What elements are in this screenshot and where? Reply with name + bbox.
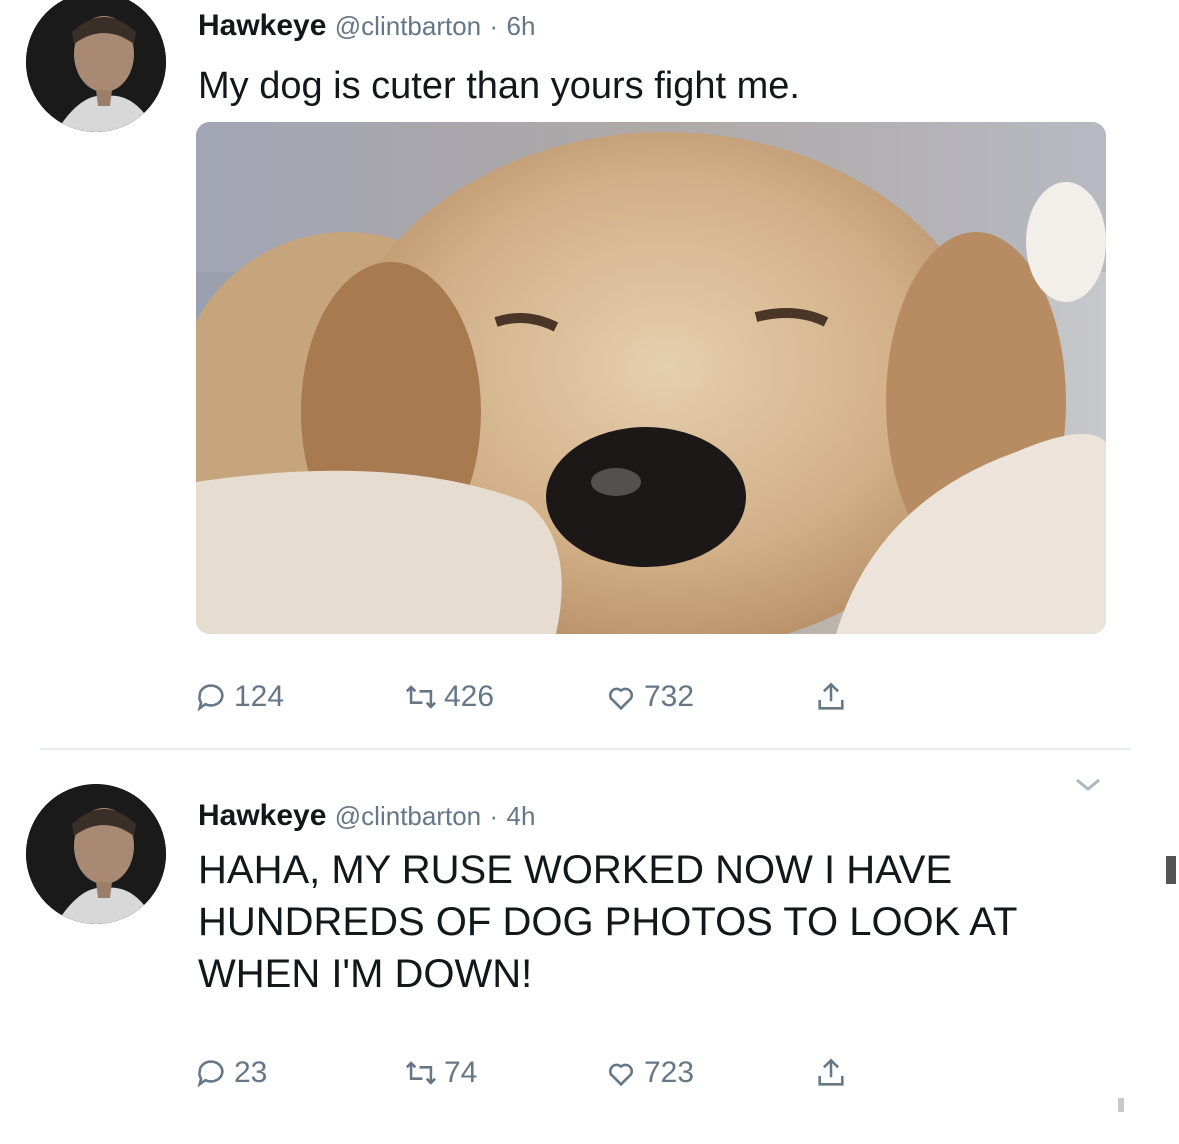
- caret-down-icon[interactable]: [1073, 774, 1103, 796]
- like-icon: [609, 687, 633, 711]
- reply-count: 23: [234, 1056, 268, 1089]
- share-button[interactable]: [814, 680, 854, 714]
- tweet-actions: 124 426 732: [194, 680, 854, 714]
- like-button[interactable]: 732: [604, 680, 814, 714]
- separator: ·: [489, 11, 499, 41]
- tweet-header: Hawkeye @clintbarton · 4h: [198, 798, 535, 834]
- like-icon: [609, 1063, 633, 1087]
- share-button[interactable]: [814, 1056, 854, 1090]
- avatar[interactable]: [26, 784, 166, 924]
- avatar-image: [26, 0, 166, 132]
- separator: ·: [489, 801, 499, 831]
- timestamp[interactable]: 4h: [507, 801, 536, 831]
- like-button[interactable]: 723: [604, 1056, 814, 1090]
- display-name[interactable]: Hawkeye: [198, 799, 326, 832]
- reply-button[interactable]: 124: [194, 680, 404, 714]
- tweet-divider: [40, 748, 1131, 750]
- retweet-icon: [405, 1061, 437, 1085]
- retweet-button[interactable]: 74: [404, 1056, 604, 1090]
- tweet-text: My dog is cuter than yours fight me.: [198, 65, 800, 107]
- retweet-icon: [405, 685, 437, 709]
- share-icon: [818, 682, 844, 710]
- share-icon: [818, 1058, 844, 1086]
- reply-button[interactable]: 23: [194, 1056, 404, 1090]
- retweet-count: 74: [444, 1056, 478, 1089]
- dog-photo-image: [196, 122, 1106, 634]
- tweet-header: Hawkeye @clintbarton · 6h: [198, 8, 535, 44]
- tweet-actions: 23 74 723: [194, 1056, 854, 1090]
- reply-icon: [197, 1060, 224, 1088]
- reply-count: 124: [234, 680, 285, 713]
- tweet[interactable]: Hawkeye @clintbarton · 4h HAHA, MY RUSE …: [0, 760, 1179, 1144]
- scrollbar-thumb[interactable]: [1118, 1098, 1124, 1112]
- display-name[interactable]: Hawkeye: [198, 9, 326, 42]
- retweet-count: 426: [444, 680, 495, 713]
- handle[interactable]: @clintbarton: [335, 11, 481, 41]
- retweet-button[interactable]: 426: [404, 680, 604, 714]
- avatar-image: [26, 784, 166, 924]
- tweet-text: HAHA, MY RUSE WORKED NOW I HAVE HUNDREDS…: [198, 848, 1017, 996]
- timestamp[interactable]: 6h: [507, 11, 536, 41]
- tweet-photo[interactable]: [196, 122, 1106, 634]
- avatar[interactable]: [26, 0, 166, 132]
- reply-icon: [197, 684, 224, 712]
- like-count: 732: [644, 680, 695, 713]
- like-count: 723: [644, 1056, 695, 1089]
- handle[interactable]: @clintbarton: [335, 801, 481, 831]
- scrollbar-thumb[interactable]: [1166, 856, 1176, 884]
- tweet[interactable]: Hawkeye @clintbarton · 6h My dog is cute…: [0, 0, 1179, 745]
